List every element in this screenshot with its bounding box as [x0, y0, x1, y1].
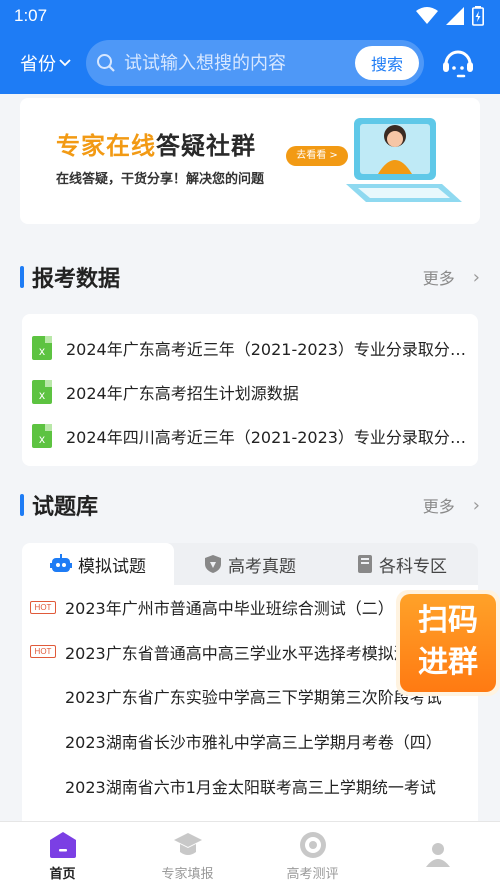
wifi-icon	[416, 7, 438, 24]
customer-service-button[interactable]	[440, 45, 476, 81]
scan-qr-join-group-button[interactable]: 扫码 进群	[396, 590, 500, 696]
nav-label: 专家填报	[161, 866, 214, 882]
tab-label: 高考真题	[228, 556, 296, 577]
search-button[interactable]: 搜索	[355, 46, 419, 80]
exam-item[interactable]: 2023湖南省长沙市雅礼中学高三上学期月考卷（四）	[22, 719, 478, 764]
search-box: 搜索	[86, 40, 424, 86]
exam-tabs: 模拟试题 高考真题 各科专区	[22, 543, 478, 585]
headset-icon	[443, 50, 473, 78]
banner-title-dark: 答疑社群	[156, 132, 256, 160]
report-data-title: 报考数据	[32, 267, 121, 292]
chevron-right-icon[interactable]: ›	[473, 267, 480, 288]
banner-subtitle: 在线答疑，干货分享！解决您的问题	[56, 172, 265, 187]
nav-home[interactable]: 首页	[0, 822, 125, 889]
chevron-right-icon[interactable]: ›	[473, 495, 480, 516]
hot-badge: HOT	[30, 645, 56, 659]
bottom-navigation: 首页 专家填报 高考测评	[0, 821, 500, 889]
file-title: 2024年四川高考近三年（2021-2023）专业分录取分数线	[66, 428, 466, 447]
file-title: 2024年广东高考近三年（2021-2023）专业分录取分数线	[66, 340, 466, 359]
banner-title-orange: 专家在线	[56, 132, 156, 160]
top-header: 省份 搜索	[0, 32, 500, 94]
exam-bank-title: 试题库	[32, 495, 99, 520]
expert-illustration	[346, 118, 462, 202]
nav-profile[interactable]	[375, 822, 500, 889]
status-time: 1:07	[14, 6, 48, 25]
search-icon	[97, 54, 115, 72]
target-icon	[299, 831, 326, 858]
chevron-down-icon	[59, 59, 71, 67]
qr-float-line1: 扫码	[418, 603, 478, 638]
tab-real-exams[interactable]: 高考真题	[174, 543, 326, 585]
exam-bank-header: 试题库 更多 ›	[20, 490, 480, 520]
excel-file-icon: x	[32, 336, 52, 360]
status-icons	[416, 6, 484, 26]
robot-icon	[50, 554, 72, 572]
tab-label: 模拟试题	[78, 556, 146, 577]
excel-file-icon: x	[32, 380, 52, 404]
signal-icon	[446, 7, 464, 25]
file-title: 2024年广东高考招生计划源数据	[66, 384, 299, 403]
banner-title: 专家在线答疑社群	[56, 126, 256, 161]
exam-item[interactable]: 2023湖南省六市1月金太阳联考高三上学期统一考试	[22, 763, 478, 808]
file-item[interactable]: x 2024年广东高考近三年（2021-2023）专业分录取分数线	[22, 326, 478, 370]
nav-label: 首页	[49, 866, 76, 882]
search-input[interactable]	[124, 52, 355, 74]
tab-subjects[interactable]: 各科专区	[326, 543, 478, 585]
tab-mock-exams[interactable]: 模拟试题	[22, 543, 174, 585]
report-data-header: 报考数据 更多 ›	[20, 262, 480, 292]
nav-exam-assessment[interactable]: 高考测评	[250, 822, 375, 889]
section-bar	[20, 494, 24, 516]
exam-title: 2023湖南省长沙市雅礼中学高三上学期月考卷（四）	[65, 733, 442, 753]
expert-online-banner[interactable]: 专家在线答疑社群 在线答疑，干货分享！解决您的问题 去看看 >	[20, 98, 480, 224]
section-bar	[20, 266, 24, 288]
person-icon	[425, 843, 450, 867]
qr-float-line2: 进群	[418, 645, 478, 680]
graduation-cap-icon	[173, 832, 202, 855]
report-more-link[interactable]: 更多	[423, 265, 455, 289]
file-item[interactable]: x 2024年四川高考近三年（2021-2023）专业分录取分数线	[22, 414, 478, 458]
qr-float-inner: 扫码 进群	[400, 594, 496, 692]
file-item[interactable]: x 2024年广东高考招生计划源数据	[22, 370, 478, 414]
nav-label: 高考测评	[286, 866, 339, 882]
province-label: 省份	[20, 54, 56, 75]
shield-icon	[205, 555, 221, 573]
province-selector[interactable]: 省份	[20, 50, 86, 76]
home-icon	[49, 831, 76, 858]
exam-more-link[interactable]: 更多	[423, 493, 455, 517]
tab-label: 各科专区	[379, 556, 447, 577]
report-data-list: x 2024年广东高考近三年（2021-2023）专业分录取分数线 x 2024…	[22, 314, 478, 466]
nav-expert-fill[interactable]: 专家填报	[125, 822, 250, 889]
battery-icon	[472, 6, 484, 26]
status-bar: 1:07	[0, 0, 500, 32]
exam-title: 2023湖南省六市1月金太阳联考高三上学期统一考试	[65, 777, 436, 797]
excel-file-icon: x	[32, 424, 52, 448]
hot-badge: HOT	[30, 600, 56, 614]
book-icon	[358, 555, 372, 573]
